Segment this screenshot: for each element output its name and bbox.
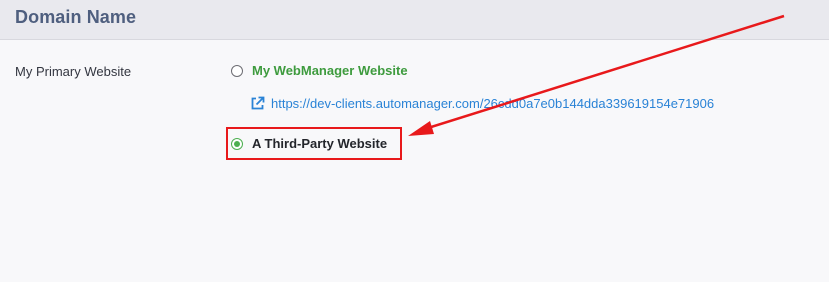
annotation-arrow [408,14,785,136]
panel-header: Domain Name [0,0,829,40]
domain-name-panel: Domain Name My Primary Website My WebMan… [0,0,829,282]
radio-third-party-website[interactable] [231,137,243,150]
website-url-text[interactable]: https://dev-clients.automanager.com/26cd… [271,96,714,111]
option-third-party-label: A Third-Party Website [252,136,388,151]
option-webmanager-website[interactable]: My WebManager Website [231,63,408,78]
website-url-link[interactable]: https://dev-clients.automanager.com/26cd… [250,96,714,111]
external-link-icon [250,96,265,111]
radio-webmanager-website[interactable] [231,64,243,77]
option-webmanager-label: My WebManager Website [252,63,408,78]
panel-title: Domain Name [15,7,137,27]
option-third-party-website[interactable]: A Third-Party Website [231,136,387,151]
primary-website-label: My Primary Website [15,64,132,79]
